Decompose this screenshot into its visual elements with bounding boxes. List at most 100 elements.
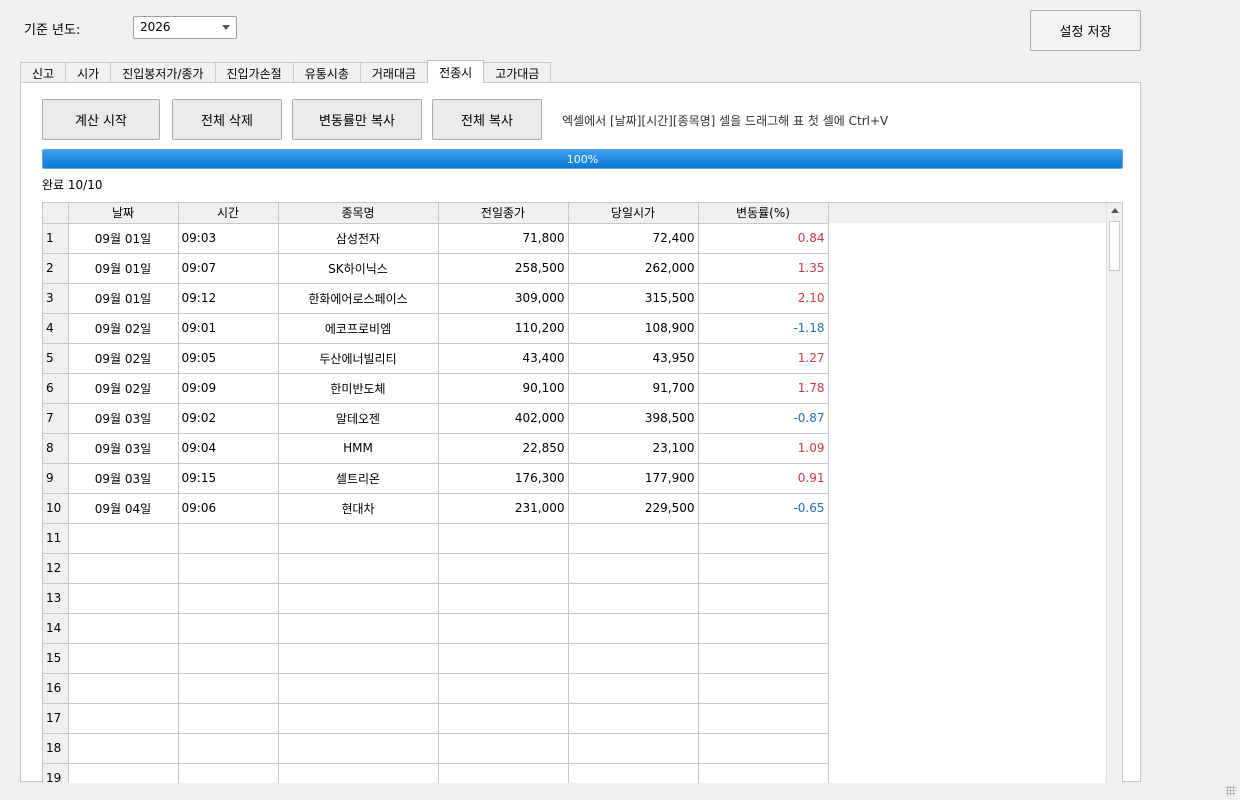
cell-open[interactable]: 398,500 [568, 403, 699, 434]
row-number[interactable]: 9 [43, 463, 69, 494]
empty-cell[interactable] [178, 673, 279, 704]
cell-name[interactable]: 삼성전자 [278, 223, 439, 254]
empty-cell[interactable] [568, 733, 699, 764]
row-number[interactable]: 10 [43, 493, 69, 524]
empty-cell[interactable] [68, 553, 179, 584]
cell-rate[interactable]: 1.78 [698, 373, 829, 404]
empty-cell[interactable] [438, 613, 569, 644]
empty-cell[interactable] [68, 703, 179, 734]
empty-cell[interactable] [178, 583, 279, 614]
cell-rate[interactable]: 0.91 [698, 463, 829, 494]
tab-2[interactable]: 진입봉저가/종가 [110, 62, 216, 83]
row-number[interactable]: 1 [43, 223, 69, 254]
tab-1[interactable]: 시가 [65, 62, 112, 83]
row-number[interactable]: 6 [43, 373, 69, 404]
empty-cell[interactable] [178, 703, 279, 734]
cell-time[interactable]: 09:04 [178, 433, 279, 464]
table-row-empty[interactable]: 17 [43, 703, 829, 734]
cell-name[interactable]: 두산에너빌리티 [278, 343, 439, 374]
scroll-thumb[interactable] [1109, 221, 1120, 271]
row-number[interactable]: 14 [43, 613, 69, 644]
cell-prev-close[interactable]: 43,400 [438, 343, 569, 374]
cell-name[interactable]: 알테오젠 [278, 403, 439, 434]
cell-open[interactable]: 315,500 [568, 283, 699, 314]
row-number[interactable]: 12 [43, 553, 69, 584]
clear-all-button[interactable]: 전체 삭제 [172, 99, 282, 140]
cell-time[interactable]: 09:01 [178, 313, 279, 344]
table-row-empty[interactable]: 15 [43, 643, 829, 674]
col-header-rate[interactable]: 변동률(%) [698, 203, 829, 224]
empty-cell[interactable] [178, 763, 279, 783]
cell-prev-close[interactable]: 176,300 [438, 463, 569, 494]
cell-date[interactable]: 09월 01일 [68, 283, 179, 314]
col-header-name[interactable]: 종목명 [278, 203, 439, 224]
cell-name[interactable]: SK하이닉스 [278, 253, 439, 284]
copy-rate-button[interactable]: 변동률만 복사 [292, 99, 422, 140]
empty-cell[interactable] [698, 673, 829, 704]
cell-date[interactable]: 09월 01일 [68, 223, 179, 254]
table-row[interactable]: 1 09월 01일 09:03 삼성전자 71,800 72,400 0.84 [43, 223, 829, 254]
cell-prev-close[interactable]: 71,800 [438, 223, 569, 254]
cell-name[interactable]: 현대차 [278, 493, 439, 524]
cell-date[interactable]: 09월 03일 [68, 403, 179, 434]
row-number[interactable]: 19 [43, 763, 69, 783]
empty-cell[interactable] [438, 523, 569, 554]
table-row[interactable]: 9 09월 03일 09:15 셀트리온 176,300 177,900 0.91 [43, 463, 829, 494]
empty-cell[interactable] [68, 733, 179, 764]
cell-rate[interactable]: 2.10 [698, 283, 829, 314]
cell-rate[interactable]: -1.18 [698, 313, 829, 344]
table-row[interactable]: 6 09월 02일 09:09 한미반도체 90,100 91,700 1.78 [43, 373, 829, 404]
row-number[interactable]: 5 [43, 343, 69, 374]
empty-cell[interactable] [568, 613, 699, 644]
empty-cell[interactable] [698, 733, 829, 764]
cell-rate[interactable]: 1.27 [698, 343, 829, 374]
empty-cell[interactable] [68, 523, 179, 554]
row-number[interactable]: 3 [43, 283, 69, 314]
cell-name[interactable]: 셀트리온 [278, 463, 439, 494]
cell-date[interactable]: 09월 03일 [68, 433, 179, 464]
cell-name[interactable]: 한미반도체 [278, 373, 439, 404]
cell-date[interactable]: 09월 02일 [68, 313, 179, 344]
table-row-empty[interactable]: 19 [43, 763, 829, 783]
row-number[interactable]: 15 [43, 643, 69, 674]
empty-cell[interactable] [698, 643, 829, 674]
col-header-prev-close[interactable]: 전일종가 [438, 203, 569, 224]
table-row-empty[interactable]: 14 [43, 613, 829, 644]
empty-cell[interactable] [438, 703, 569, 734]
row-number[interactable]: 11 [43, 523, 69, 554]
row-number[interactable]: 16 [43, 673, 69, 704]
cell-date[interactable]: 09월 02일 [68, 373, 179, 404]
tab-0[interactable]: 신고 [20, 62, 67, 83]
tab-4[interactable]: 유통시총 [292, 62, 361, 83]
row-number[interactable]: 18 [43, 733, 69, 764]
empty-cell[interactable] [568, 553, 699, 584]
row-number[interactable]: 8 [43, 433, 69, 464]
cell-prev-close[interactable]: 402,000 [438, 403, 569, 434]
empty-cell[interactable] [698, 523, 829, 554]
table-row[interactable]: 3 09월 01일 09:12 한화에어로스페이스 309,000 315,500 2.10 [43, 283, 829, 314]
table-row[interactable]: 8 09월 03일 09:04 HMM 22,850 23,100 1.09 [43, 433, 829, 464]
cell-rate[interactable]: -0.87 [698, 403, 829, 434]
empty-cell[interactable] [278, 673, 439, 704]
row-number[interactable]: 4 [43, 313, 69, 344]
cell-time[interactable]: 09:03 [178, 223, 279, 254]
empty-cell[interactable] [438, 763, 569, 783]
table-row-empty[interactable]: 11 [43, 523, 829, 554]
empty-cell[interactable] [698, 763, 829, 783]
empty-cell[interactable] [68, 673, 179, 704]
cell-rate[interactable]: -0.65 [698, 493, 829, 524]
col-header-time[interactable]: 시간 [178, 203, 279, 224]
cell-time[interactable]: 09:15 [178, 463, 279, 494]
tab-7[interactable]: 고가대금 [483, 62, 552, 83]
empty-cell[interactable] [568, 643, 699, 674]
empty-cell[interactable] [438, 553, 569, 584]
table-row[interactable]: 4 09월 02일 09:01 에코프로비엠 110,200 108,900 -1.18 [43, 313, 829, 344]
col-header-open[interactable]: 당일시가 [568, 203, 699, 224]
empty-cell[interactable] [278, 583, 439, 614]
cell-date[interactable]: 09월 02일 [68, 343, 179, 374]
cell-date[interactable]: 09월 04일 [68, 493, 179, 524]
scroll-up-icon[interactable] [1111, 208, 1119, 213]
empty-cell[interactable] [438, 673, 569, 704]
year-select[interactable]: 2026 [133, 16, 237, 39]
cell-time[interactable]: 09:12 [178, 283, 279, 314]
